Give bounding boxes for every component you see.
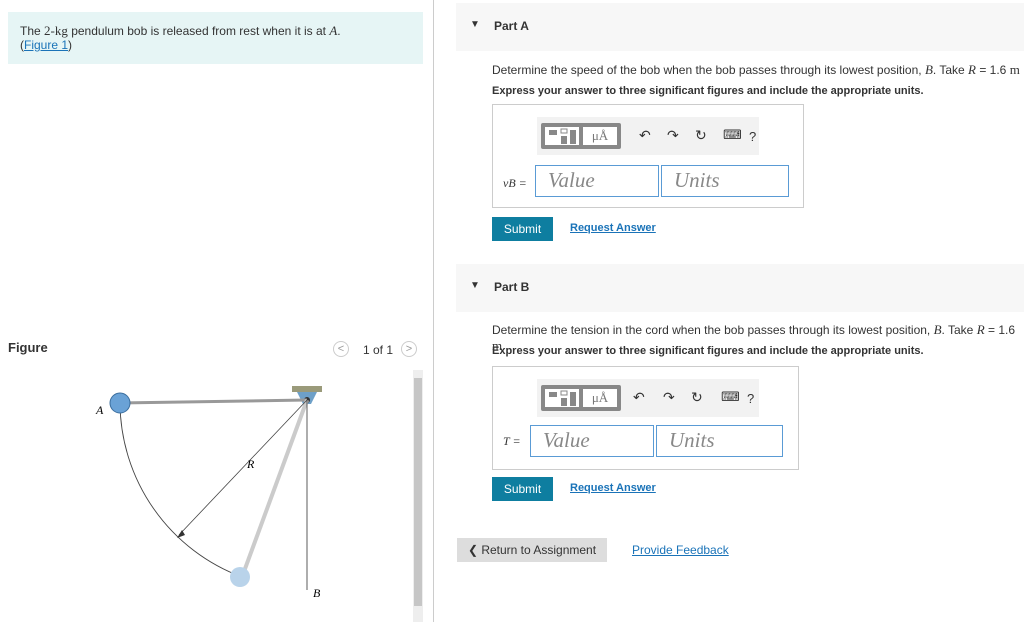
redo-icon[interactable]: ↷ <box>667 127 679 144</box>
var-label: vB = <box>503 176 527 190</box>
part-a-submit-button[interactable]: Submit <box>492 217 553 241</box>
question-text: Determine the speed of the bob when the … <box>492 63 925 77</box>
figure-scrollbar[interactable] <box>413 370 423 622</box>
figure-title: Figure <box>8 340 48 355</box>
question-text: Determine the tension in the cord when t… <box>492 323 934 337</box>
reset-icon[interactable]: ↻ <box>691 389 703 406</box>
collapse-triangle-icon[interactable]: ▼ <box>470 280 480 291</box>
problem-period: . <box>337 24 341 38</box>
part-b-request-answer[interactable]: Request Answer <box>570 482 656 494</box>
undo-icon[interactable]: ↶ <box>633 389 645 406</box>
question-unit: m <box>1009 62 1020 77</box>
scroll-thumb[interactable] <box>414 378 422 606</box>
help-icon[interactable]: ? <box>749 129 756 144</box>
keyboard-icon[interactable]: ⌨ <box>723 127 742 143</box>
problem-text-mid: pendulum bob is released from rest when … <box>67 24 330 38</box>
part-a-answer-box: μÅ ↶ ↷ ↻ ⌨ ? vB = Value Units <box>492 104 804 208</box>
left-panel: The 2-kg pendulum bob is released from r… <box>0 0 430 622</box>
collapse-triangle-icon[interactable]: ▼ <box>470 19 480 30</box>
provide-feedback-link[interactable]: Provide Feedback <box>632 543 729 557</box>
undo-icon[interactable]: ↶ <box>639 127 651 144</box>
value-input[interactable]: Value <box>535 165 659 197</box>
chevron-left-icon[interactable]: < <box>333 341 349 357</box>
part-a-toolbar: μÅ ↶ ↷ ↻ ⌨ ? <box>537 117 759 155</box>
chevron-left-icon: ❮ <box>467 543 482 557</box>
keyboard-icon[interactable]: ⌨ <box>721 389 740 405</box>
question-text-mid: . Take <box>941 323 977 337</box>
template-buttons: μÅ <box>541 385 621 411</box>
units-input[interactable]: Units <box>656 425 783 457</box>
return-label: Return to Assignment <box>481 543 597 557</box>
label-b: B <box>313 586 321 600</box>
radius-arrowhead <box>177 530 185 538</box>
part-b-toolbar: μÅ ↶ ↷ ↻ ⌨ ? <box>537 379 759 417</box>
question-r-var: R <box>976 322 985 337</box>
label-r: R <box>246 457 255 471</box>
radius-line <box>178 399 308 536</box>
units-input[interactable]: Units <box>661 165 789 197</box>
question-r-value: = 1.6 <box>975 63 1010 77</box>
figure-link[interactable]: Figure 1 <box>24 38 68 52</box>
value-input[interactable]: Value <box>530 425 654 457</box>
fraction-template-icon[interactable] <box>545 127 579 145</box>
vertical-cord <box>240 399 309 578</box>
question-point: B <box>924 62 933 77</box>
part-b-header[interactable]: ▼ Part B <box>456 264 1024 312</box>
part-b-instruction: Express your answer to three significant… <box>492 345 924 357</box>
reset-icon[interactable]: ↻ <box>695 127 707 144</box>
return-to-assignment-button[interactable]: ❮ Return to Assignment <box>457 538 607 562</box>
var-label: T = <box>503 434 521 448</box>
part-a-header[interactable]: ▼ Part A <box>456 3 1024 51</box>
chevron-right-icon[interactable]: > <box>401 341 417 357</box>
part-a-instruction: Express your answer to three significant… <box>492 85 924 97</box>
paren-close: ) <box>68 38 73 52</box>
question-r-value: = 1.6 <box>984 323 1015 337</box>
part-b-submit-button[interactable]: Submit <box>492 477 553 501</box>
units-template-icon[interactable]: μÅ <box>583 389 617 407</box>
problem-text: The <box>20 24 45 38</box>
panel-divider <box>433 0 434 622</box>
redo-icon[interactable]: ↷ <box>663 389 675 406</box>
part-b-label: Part B <box>494 280 530 294</box>
units-template-icon[interactable]: μÅ <box>583 127 617 145</box>
problem-statement: The 2-kg pendulum bob is released from r… <box>8 12 423 64</box>
ceiling-mount <box>292 386 322 392</box>
question-point: B <box>933 322 942 337</box>
part-a-request-answer[interactable]: Request Answer <box>570 222 656 234</box>
pager-label: 1 of 1 <box>363 343 394 357</box>
part-b-answer-box: μÅ ↶ ↷ ↻ ⌨ ? T = Value Units <box>492 366 799 470</box>
part-a-label: Part A <box>494 19 529 33</box>
fraction-template-icon[interactable] <box>545 389 579 407</box>
bob-at-bottom <box>230 567 250 587</box>
bob-at-a <box>109 392 131 414</box>
swing-arc <box>119 402 243 578</box>
question-r-var: R <box>968 62 976 77</box>
label-a: A <box>95 403 104 417</box>
template-buttons: μÅ <box>541 123 621 149</box>
pendulum-figure: A R B <box>95 386 322 600</box>
help-icon[interactable]: ? <box>747 391 754 406</box>
right-panel: ▼ Part A Determine the speed of the bob … <box>456 0 1024 622</box>
horizontal-cord <box>122 398 308 405</box>
problem-mass: 2-kg <box>44 23 68 38</box>
question-text-mid: . Take <box>932 63 969 77</box>
